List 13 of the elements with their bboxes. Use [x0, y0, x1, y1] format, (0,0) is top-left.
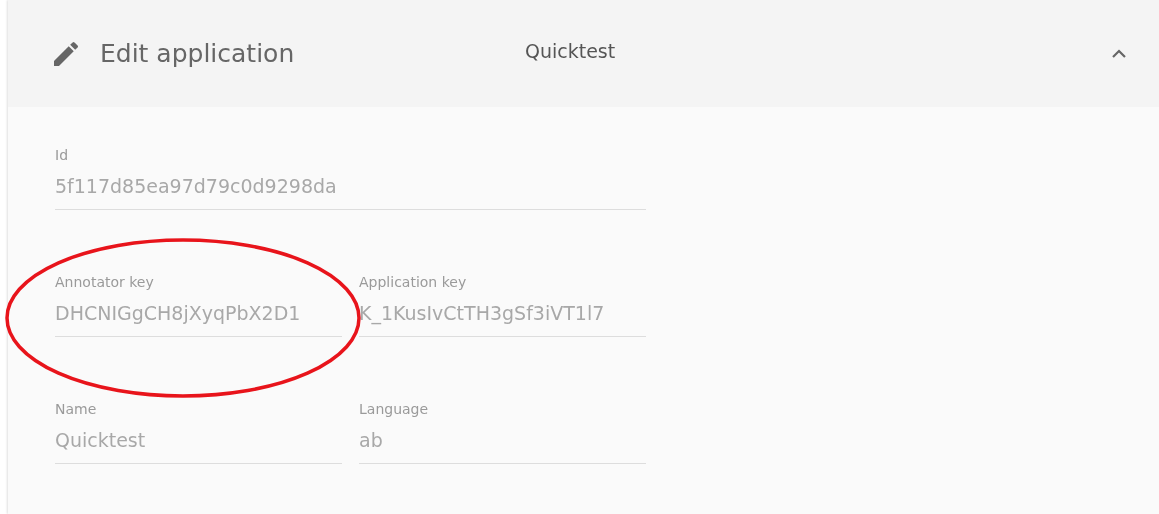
- panel-title: Edit application: [100, 39, 296, 68]
- field-label: Application key: [359, 273, 468, 292]
- panel-header[interactable]: Edit application Quicktest: [8, 0, 1159, 107]
- text-field[interactable]: ab: [359, 419, 646, 464]
- field-label: Language: [359, 400, 430, 419]
- text-field[interactable]: K_1KusIvCtTH3gSf3iVT1l7: [359, 292, 646, 337]
- application-name: Quicktest: [525, 39, 617, 62]
- text-field[interactable]: 5f117d85ea97d79c0d9298da: [55, 165, 646, 210]
- field-label: Annotator key: [55, 273, 155, 292]
- text-field[interactable]: Quicktest: [55, 419, 342, 464]
- field-label: Name: [55, 400, 98, 419]
- text-field[interactable]: DHCNIGgCH8jXyqPbX2D1: [55, 292, 342, 337]
- field-label: Id: [55, 146, 69, 165]
